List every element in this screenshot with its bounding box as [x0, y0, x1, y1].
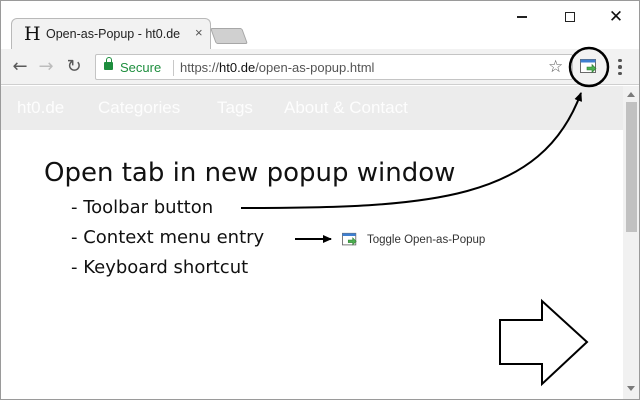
- site-navigation: ht0.de Categories Tags About & Contact: [1, 86, 623, 130]
- page-scrollbar[interactable]: [623, 86, 639, 399]
- tab-strip: H Open-as-Popup - ht0.de × ✕: [1, 1, 639, 49]
- page-viewport: ht0.de Categories Tags About & Contact O…: [1, 86, 623, 399]
- back-button[interactable]: ←: [9, 55, 31, 77]
- url-path: /open-as-popup.html: [255, 60, 375, 75]
- site-nav-categories[interactable]: Categories: [98, 98, 180, 118]
- site-favicon: H: [24, 23, 41, 45]
- close-window-button[interactable]: ✕: [595, 4, 637, 30]
- site-nav-home[interactable]: ht0.de: [17, 98, 64, 118]
- forward-button[interactable]: →: [35, 55, 57, 77]
- open-as-popup-icon: [342, 232, 357, 246]
- minimize-icon: [517, 16, 527, 18]
- reload-button[interactable]: ↻: [63, 55, 85, 77]
- tab-close-icon[interactable]: ×: [195, 25, 203, 40]
- feature-toolbar-button: - Toolbar button: [71, 197, 214, 218]
- context-menu-entry: Toggle Open-as-Popup: [341, 230, 485, 250]
- arrow-left-icon: ←: [12, 55, 28, 77]
- url-host: ht0.de: [219, 60, 256, 75]
- menu-dot: [618, 71, 622, 76]
- browser-toolbar: ← → ↻ Secure https://ht0.de/open-as-popu…: [1, 49, 639, 85]
- new-tab-button[interactable]: [210, 28, 248, 44]
- tab-title: Open-as-Popup - ht0.de: [46, 27, 181, 41]
- site-nav-tags[interactable]: Tags: [217, 98, 253, 118]
- maximize-button[interactable]: [549, 4, 591, 30]
- scroll-down-arrow-icon[interactable]: [627, 386, 635, 391]
- open-as-popup-icon: [580, 59, 597, 74]
- close-icon: ✕: [608, 6, 624, 27]
- minimize-button[interactable]: [501, 4, 543, 30]
- arrow-right-icon: →: [38, 55, 54, 77]
- feature-keyboard-shortcut: - Keyboard shortcut: [71, 257, 249, 278]
- url-text: https://ht0.de/open-as-popup.html: [180, 60, 374, 75]
- menu-dot: [618, 65, 622, 69]
- maximize-icon: [565, 12, 575, 22]
- url-scheme: https://: [180, 60, 220, 75]
- menu-dot: [618, 58, 622, 63]
- scroll-up-arrow-icon[interactable]: [627, 92, 635, 97]
- scrollbar-thumb[interactable]: [626, 102, 637, 232]
- address-bar[interactable]: Secure https://ht0.de/open-as-popup.html…: [95, 54, 573, 80]
- page-headline: Open tab in new popup window: [44, 158, 456, 188]
- lock-icon: [104, 57, 113, 70]
- site-nav-about[interactable]: About & Contact: [284, 98, 408, 118]
- secure-label: Secure: [120, 60, 162, 75]
- open-as-popup-extension-button[interactable]: [579, 57, 599, 77]
- browser-menu-button[interactable]: [613, 55, 627, 79]
- feature-context-menu: - Context menu entry: [71, 227, 265, 248]
- tab-open-as-popup[interactable]: H Open-as-Popup - ht0.de ×: [11, 18, 211, 49]
- reload-icon: ↻: [66, 55, 82, 77]
- browser-window: H Open-as-Popup - ht0.de × ✕ ← → ↻ Secur…: [0, 0, 640, 400]
- context-menu-label: Toggle Open-as-Popup: [367, 234, 486, 246]
- bookmark-star-icon[interactable]: ☆: [548, 57, 563, 77]
- address-separator: [173, 60, 174, 76]
